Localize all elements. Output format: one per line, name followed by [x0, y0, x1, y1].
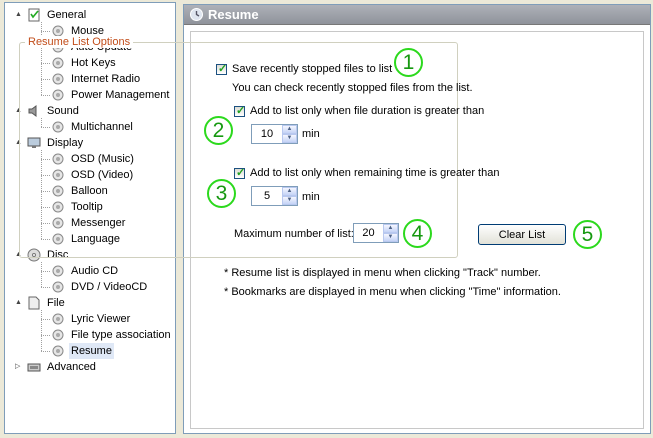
tree-item-label: General: [47, 9, 87, 21]
duration-value: 10: [260, 128, 274, 140]
max-list-down-button[interactable]: ▼: [383, 233, 398, 242]
save-recent-hint: You can check recently stopped files fro…: [232, 82, 473, 94]
association-icon: [52, 329, 64, 341]
tree-connector: [41, 335, 50, 336]
note-track: * Resume list is displayed in menu when …: [224, 267, 541, 279]
duration-label: Add to list only when file duration is g…: [250, 105, 485, 117]
callout-5: 5: [573, 220, 602, 249]
remaining-unit: min: [302, 191, 320, 203]
tree-connector: [41, 319, 50, 320]
tree-item-dvd-videocd[interactable]: DVD / VideoCD: [5, 279, 175, 295]
clear-list-button[interactable]: Clear List: [478, 224, 566, 245]
tree-item-label: Resume: [69, 343, 114, 359]
tree-item-label: Audio CD: [71, 265, 119, 277]
callout-1: 1: [394, 48, 423, 77]
remaining-stepper[interactable]: 5 ▲ ▼: [251, 186, 298, 206]
tree-item-file-type-association[interactable]: File type association: [5, 327, 175, 343]
tree-item-audio-cd[interactable]: Audio CD: [5, 263, 175, 279]
collapse-icon[interactable]: ▲: [15, 299, 23, 307]
duration-checkbox[interactable]: [234, 104, 245, 117]
tree-item-label: File: [47, 297, 65, 309]
resume-header-icon: [190, 8, 203, 21]
tree-item-lyric-viewer[interactable]: Lyric Viewer: [5, 311, 175, 327]
settings-icon: [28, 8, 40, 22]
remaining-value: 5: [263, 190, 271, 202]
panel-header: Resume: [184, 5, 650, 25]
tree-connector: [41, 287, 50, 288]
remaining-checkbox[interactable]: [234, 166, 245, 179]
callout-3: 3: [207, 179, 236, 208]
max-list-stepper[interactable]: 20 ▲ ▼: [353, 223, 399, 243]
max-list-up-button[interactable]: ▲: [383, 224, 398, 233]
expand-icon[interactable]: ▷: [15, 363, 23, 371]
tree-item-general[interactable]: ▲ General: [5, 7, 175, 23]
dvd-icon: [52, 281, 64, 293]
duration-up-button[interactable]: ▲: [282, 125, 297, 134]
save-recent-checkbox[interactable]: [216, 62, 227, 75]
max-list-label: Maximum number of list:: [234, 228, 354, 240]
group-title: Resume List Options: [25, 36, 134, 48]
advanced-icon: [27, 363, 41, 372]
tree-connector: [41, 310, 42, 351]
tree-item-resume[interactable]: Resume: [5, 343, 175, 359]
tree-connector: [41, 262, 42, 287]
panel-title: Resume: [208, 7, 259, 22]
tree-item-label: DVD / VideoCD: [71, 281, 148, 293]
callout-4: 4: [403, 219, 432, 248]
callout-2: 2: [204, 116, 233, 145]
tree-connector: [41, 351, 50, 352]
resume-icon: [52, 345, 64, 357]
file-icon: [28, 296, 40, 310]
tree-item-label: Lyric Viewer: [71, 313, 131, 325]
duration-down-button[interactable]: ▼: [282, 134, 297, 143]
tree-item-advanced[interactable]: ▷ Advanced: [5, 359, 175, 375]
remaining-label: Add to list only when remaining time is …: [250, 167, 500, 179]
audio-cd-icon: [52, 265, 64, 277]
save-recent-label: Save recently stopped files to list: [232, 63, 393, 75]
max-list-value: 20: [362, 227, 375, 239]
duration-stepper[interactable]: 10 ▲ ▼: [251, 124, 298, 144]
note-time: * Bookmarks are displayed in menu when c…: [224, 286, 561, 298]
tree-connector: [41, 271, 50, 272]
remaining-down-button[interactable]: ▼: [282, 196, 297, 205]
collapse-icon[interactable]: ▲: [15, 11, 23, 19]
duration-unit: min: [302, 128, 320, 140]
lyric-icon: [52, 313, 64, 325]
tree-item-label: File type association: [71, 329, 171, 341]
remaining-up-button[interactable]: ▲: [282, 187, 297, 196]
tree-connector: [41, 31, 50, 32]
tree-item-label: Advanced: [47, 361, 96, 373]
tree-item-file[interactable]: ▲ File: [5, 295, 175, 311]
